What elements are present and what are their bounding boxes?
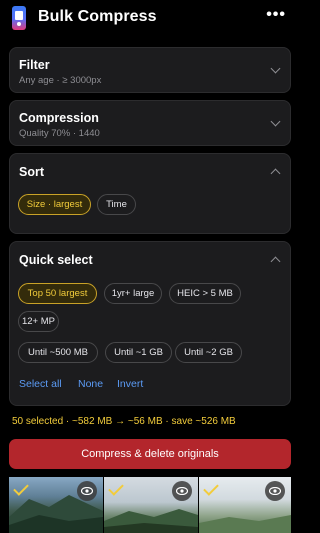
- chip-until-1gb[interactable]: Until ~1 GB: [105, 342, 172, 363]
- photo-thumbnail[interactable]: [9, 477, 103, 533]
- eye-icon[interactable]: [77, 481, 97, 501]
- chevron-up-icon[interactable]: [270, 168, 281, 179]
- filter-section[interactable]: Filter Any age · ≥ 3000px: [9, 47, 291, 93]
- page-title: Bulk Compress: [38, 8, 157, 25]
- chip-top-50-largest[interactable]: Top 50 largest: [18, 283, 97, 304]
- compress-delete-button[interactable]: Compress & delete originals: [9, 439, 291, 469]
- compression-section[interactable]: Compression Quality 70% · 1440: [9, 100, 291, 146]
- chip-until-500mb[interactable]: Until ~500 MB: [18, 342, 98, 363]
- filter-title: Filter: [19, 58, 50, 72]
- chip-1yr-large[interactable]: 1yr+ large: [104, 283, 162, 304]
- sort-option-size[interactable]: Size · largest: [18, 194, 91, 215]
- chip-heic-5mb[interactable]: HEIC > 5 MB: [169, 283, 241, 304]
- compression-summary: Quality 70% · 1440: [19, 128, 100, 139]
- sort-title: Sort: [19, 165, 44, 179]
- chevron-up-icon[interactable]: [270, 256, 281, 267]
- chip-until-2gb[interactable]: Until ~2 GB: [175, 342, 242, 363]
- app-header: Bulk Compress •••: [0, 0, 300, 36]
- chip-12mp[interactable]: 12+ MP: [18, 311, 59, 332]
- selection-summary: 50 selected · ~582 MB → ~56 MB · save ~5…: [12, 416, 236, 427]
- chevron-down-icon[interactable]: [270, 116, 281, 127]
- more-options-icon[interactable]: •••: [266, 6, 286, 24]
- photo-thumbnail[interactable]: [199, 477, 291, 533]
- compression-title: Compression: [19, 111, 99, 125]
- quick-select-section: Quick select Top 50 largest 1yr+ large H…: [9, 241, 291, 406]
- invert-link[interactable]: Invert: [117, 378, 143, 390]
- app-logo-icon: [12, 6, 26, 30]
- select-all-link[interactable]: Select all: [19, 378, 62, 390]
- sort-option-time[interactable]: Time: [97, 194, 136, 215]
- sort-section: Sort Size · largest Time: [9, 153, 291, 234]
- filter-summary: Any age · ≥ 3000px: [19, 75, 102, 86]
- eye-icon[interactable]: [265, 481, 285, 501]
- select-none-link[interactable]: None: [78, 378, 103, 390]
- quick-select-title: Quick select: [19, 253, 93, 267]
- photo-thumbnail[interactable]: [104, 477, 198, 533]
- chevron-down-icon[interactable]: [270, 63, 281, 74]
- eye-icon[interactable]: [172, 481, 192, 501]
